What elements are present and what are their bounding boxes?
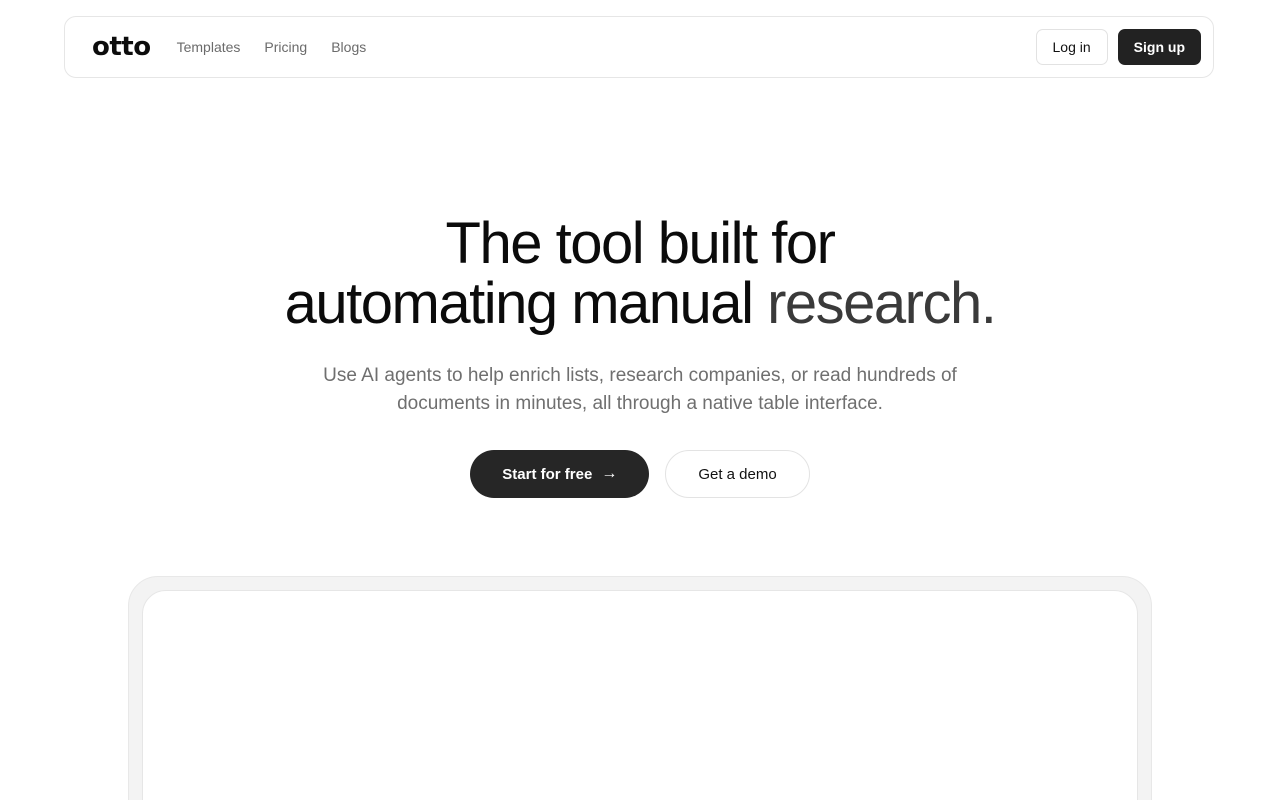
signup-button[interactable]: Sign up — [1117, 29, 1201, 65]
login-button[interactable]: Log in — [1035, 29, 1108, 65]
hero-subtitle: Use AI agents to help enrich lists, rese… — [323, 365, 957, 414]
start-for-free-button[interactable]: Start for free → — [470, 450, 650, 498]
hero-title-highlight: research. — [767, 271, 997, 336]
product-preview-frame — [128, 576, 1152, 800]
arrow-right-icon: → — [601, 465, 618, 482]
product-preview-screen — [142, 590, 1138, 800]
hero-section: The tool built for automating manual res… — [0, 214, 1280, 498]
nav-link-pricing[interactable]: Pricing — [264, 39, 307, 55]
nav-link-templates[interactable]: Templates — [177, 39, 241, 55]
hero-title-line-2: automating manual research. — [0, 274, 1280, 334]
hero-title-line-2-main: automating manual — [284, 271, 768, 336]
landing-page: otto Templates Pricing Blogs Log in Sign… — [0, 0, 1280, 800]
hero-title-line-1: The tool built for — [445, 211, 836, 276]
top-nav: otto Templates Pricing Blogs Log in Sign… — [64, 16, 1214, 78]
nav-link-blogs[interactable]: Blogs — [331, 39, 366, 55]
otto-logo[interactable]: otto — [92, 34, 151, 60]
nav-links: Templates Pricing Blogs — [177, 39, 367, 55]
cta-row: Start for free → Get a demo — [0, 450, 1280, 498]
start-for-free-label: Start for free — [502, 465, 593, 483]
hero-title: The tool built for automating manual res… — [0, 214, 1280, 334]
auth-buttons: Log in Sign up — [1035, 29, 1201, 65]
get-a-demo-button[interactable]: Get a demo — [665, 450, 810, 498]
